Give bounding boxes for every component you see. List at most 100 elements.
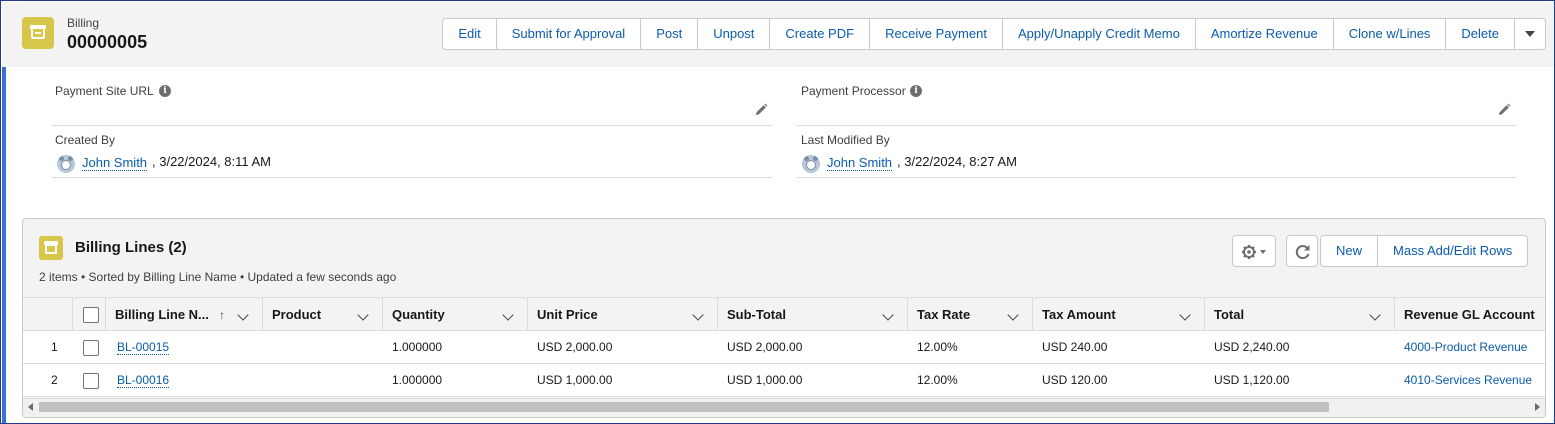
billing-object-icon xyxy=(22,17,54,49)
list-settings-button[interactable] xyxy=(1232,235,1276,267)
column-header-unit-price[interactable]: Unit Price xyxy=(528,298,718,331)
row-checkbox[interactable] xyxy=(83,373,99,389)
pencil-icon[interactable] xyxy=(1497,103,1511,117)
chevron-down-icon[interactable] xyxy=(1369,309,1381,321)
column-label: Total xyxy=(1214,307,1245,322)
quantity-cell: 1.000000 xyxy=(392,373,443,387)
unit-price-cell: USD 2,000.00 xyxy=(537,340,613,354)
revenue-gl-account-link[interactable]: 4010-Services Revenue xyxy=(1404,364,1532,396)
chevron-down-icon[interactable] xyxy=(882,309,894,321)
field-divider xyxy=(797,125,1517,126)
edit-button[interactable]: Edit xyxy=(443,19,497,49)
tax-rate-cell: 12.00% xyxy=(917,373,958,387)
scrollbar-thumb[interactable] xyxy=(39,402,1329,412)
delete-button[interactable]: Delete xyxy=(1446,19,1515,49)
mass-add-edit-rows-button[interactable]: Mass Add/Edit Rows xyxy=(1378,236,1527,266)
total-cell: USD 2,240.00 xyxy=(1214,340,1290,354)
billing-line-object-icon xyxy=(39,236,63,260)
tax-amount-cell: USD 120.00 xyxy=(1042,373,1108,387)
field-divider xyxy=(797,177,1517,178)
billing-lines-related-list: Billing Lines (2) 2 items • Sorted by Bi… xyxy=(22,218,1546,418)
left-accent-bar xyxy=(2,67,6,423)
last-modified-by-timestamp: , 3/22/2024, 8:27 AM xyxy=(897,154,1017,169)
chevron-down-icon[interactable] xyxy=(692,309,704,321)
submit-for-approval-button[interactable]: Submit for Approval xyxy=(497,19,642,49)
column-header-tax-rate[interactable]: Tax Rate xyxy=(908,298,1033,331)
scroll-left-arrow-icon[interactable] xyxy=(28,403,33,411)
record-page: Billing 00000005 Edit Submit for Approva… xyxy=(0,0,1555,424)
sub-total-cell: USD 1,000.00 xyxy=(727,373,803,387)
apply-unapply-credit-memo-button[interactable]: Apply/Unapply Credit Memo xyxy=(1003,19,1196,49)
billing-line-link[interactable]: BL-00015 xyxy=(117,331,170,363)
last-modified-by-user-link[interactable]: John Smith xyxy=(827,155,893,171)
related-list-subtitle: 2 items • Sorted by Billing Line Name • … xyxy=(39,270,397,284)
object-label: Billing xyxy=(67,16,100,30)
column-label: Product xyxy=(272,307,322,322)
revenue-gl-account-link[interactable]: 4000-Product Revenue xyxy=(1404,331,1527,363)
row-number-header xyxy=(23,298,73,331)
tax-rate-cell: 12.00% xyxy=(917,340,958,354)
chevron-down-icon xyxy=(1525,31,1535,37)
amortize-revenue-button[interactable]: Amortize Revenue xyxy=(1196,19,1334,49)
column-header-revenue-gl-account[interactable]: Revenue GL Account xyxy=(1395,298,1545,331)
payment-site-url-label: Payment Site URL xyxy=(55,84,154,98)
chevron-down-icon[interactable] xyxy=(502,309,514,321)
column-header-total[interactable]: Total xyxy=(1205,298,1395,331)
payment-processor-label: Payment Processor xyxy=(801,84,906,98)
field-divider xyxy=(52,177,773,178)
last-modified-by-label: Last Modified By xyxy=(801,133,890,147)
table-row: 1 BL-00015 1.000000 USD 2,000.00 USD 2,0… xyxy=(23,331,1545,364)
column-header-product[interactable]: Product xyxy=(263,298,383,331)
column-header-tax-amount[interactable]: Tax Amount xyxy=(1033,298,1205,331)
chevron-down-icon[interactable] xyxy=(237,309,249,321)
column-label: Unit Price xyxy=(537,307,598,322)
sub-total-cell: USD 2,000.00 xyxy=(727,340,803,354)
chevron-down-icon[interactable] xyxy=(1179,309,1191,321)
avatar-icon xyxy=(802,155,820,173)
create-pdf-button[interactable]: Create PDF xyxy=(770,19,871,49)
column-label: Tax Rate xyxy=(917,307,971,322)
row-checkbox[interactable] xyxy=(83,340,99,356)
action-button-group: Edit Submit for Approval Post Unpost Cre… xyxy=(442,18,1546,50)
billing-line-link[interactable]: BL-00016 xyxy=(117,364,170,396)
column-label: Billing Line N... xyxy=(115,307,209,322)
created-by-label: Created By xyxy=(55,133,116,147)
pencil-icon[interactable] xyxy=(754,103,768,117)
related-list-button-group: New Mass Add/Edit Rows xyxy=(1320,235,1529,267)
table-row: 2 BL-00016 1.000000 USD 1,000.00 USD 1,0… xyxy=(23,364,1545,397)
refresh-button[interactable] xyxy=(1286,235,1318,267)
table-header: Billing Line N... ↑ Product Quantity Uni… xyxy=(23,297,1545,331)
new-button[interactable]: New xyxy=(1321,236,1379,266)
column-label: Quantity xyxy=(392,307,445,322)
column-header-quantity[interactable]: Quantity xyxy=(383,298,528,331)
record-header: Billing 00000005 Edit Submit for Approva… xyxy=(2,2,1554,67)
column-header-billing-line-name[interactable]: Billing Line N... ↑ xyxy=(106,298,263,331)
avatar-icon xyxy=(57,155,75,173)
quantity-cell: 1.000000 xyxy=(392,340,443,354)
column-header-sub-total[interactable]: Sub-Total xyxy=(718,298,908,331)
column-label: Revenue GL Account xyxy=(1404,307,1535,322)
chevron-down-icon[interactable] xyxy=(357,309,369,321)
row-number: 1 xyxy=(51,340,58,354)
more-actions-button[interactable] xyxy=(1515,19,1545,49)
info-icon[interactable]: i xyxy=(910,85,922,97)
column-label: Sub-Total xyxy=(727,307,786,322)
post-button[interactable]: Post xyxy=(641,19,699,49)
clone-with-lines-button[interactable]: Clone w/Lines xyxy=(1334,19,1447,49)
unpost-button[interactable]: Unpost xyxy=(698,19,771,49)
info-icon[interactable]: i xyxy=(159,85,171,97)
record-name: 00000005 xyxy=(67,32,148,52)
refresh-icon xyxy=(1295,245,1310,260)
created-by-user-link[interactable]: John Smith xyxy=(82,155,148,171)
related-list-title[interactable]: Billing Lines (2) xyxy=(75,239,187,256)
sort-up-arrow-icon: ↑ xyxy=(219,308,225,322)
receive-payment-button[interactable]: Receive Payment xyxy=(870,19,1003,49)
chevron-down-icon[interactable] xyxy=(1007,309,1019,321)
select-all-checkbox[interactable] xyxy=(83,307,99,323)
horizontal-scrollbar[interactable] xyxy=(23,398,1545,414)
scroll-right-arrow-icon[interactable] xyxy=(1535,403,1540,411)
field-divider xyxy=(52,125,773,126)
select-all-header xyxy=(73,298,106,331)
gear-icon xyxy=(1242,245,1266,259)
tax-amount-cell: USD 240.00 xyxy=(1042,340,1108,354)
